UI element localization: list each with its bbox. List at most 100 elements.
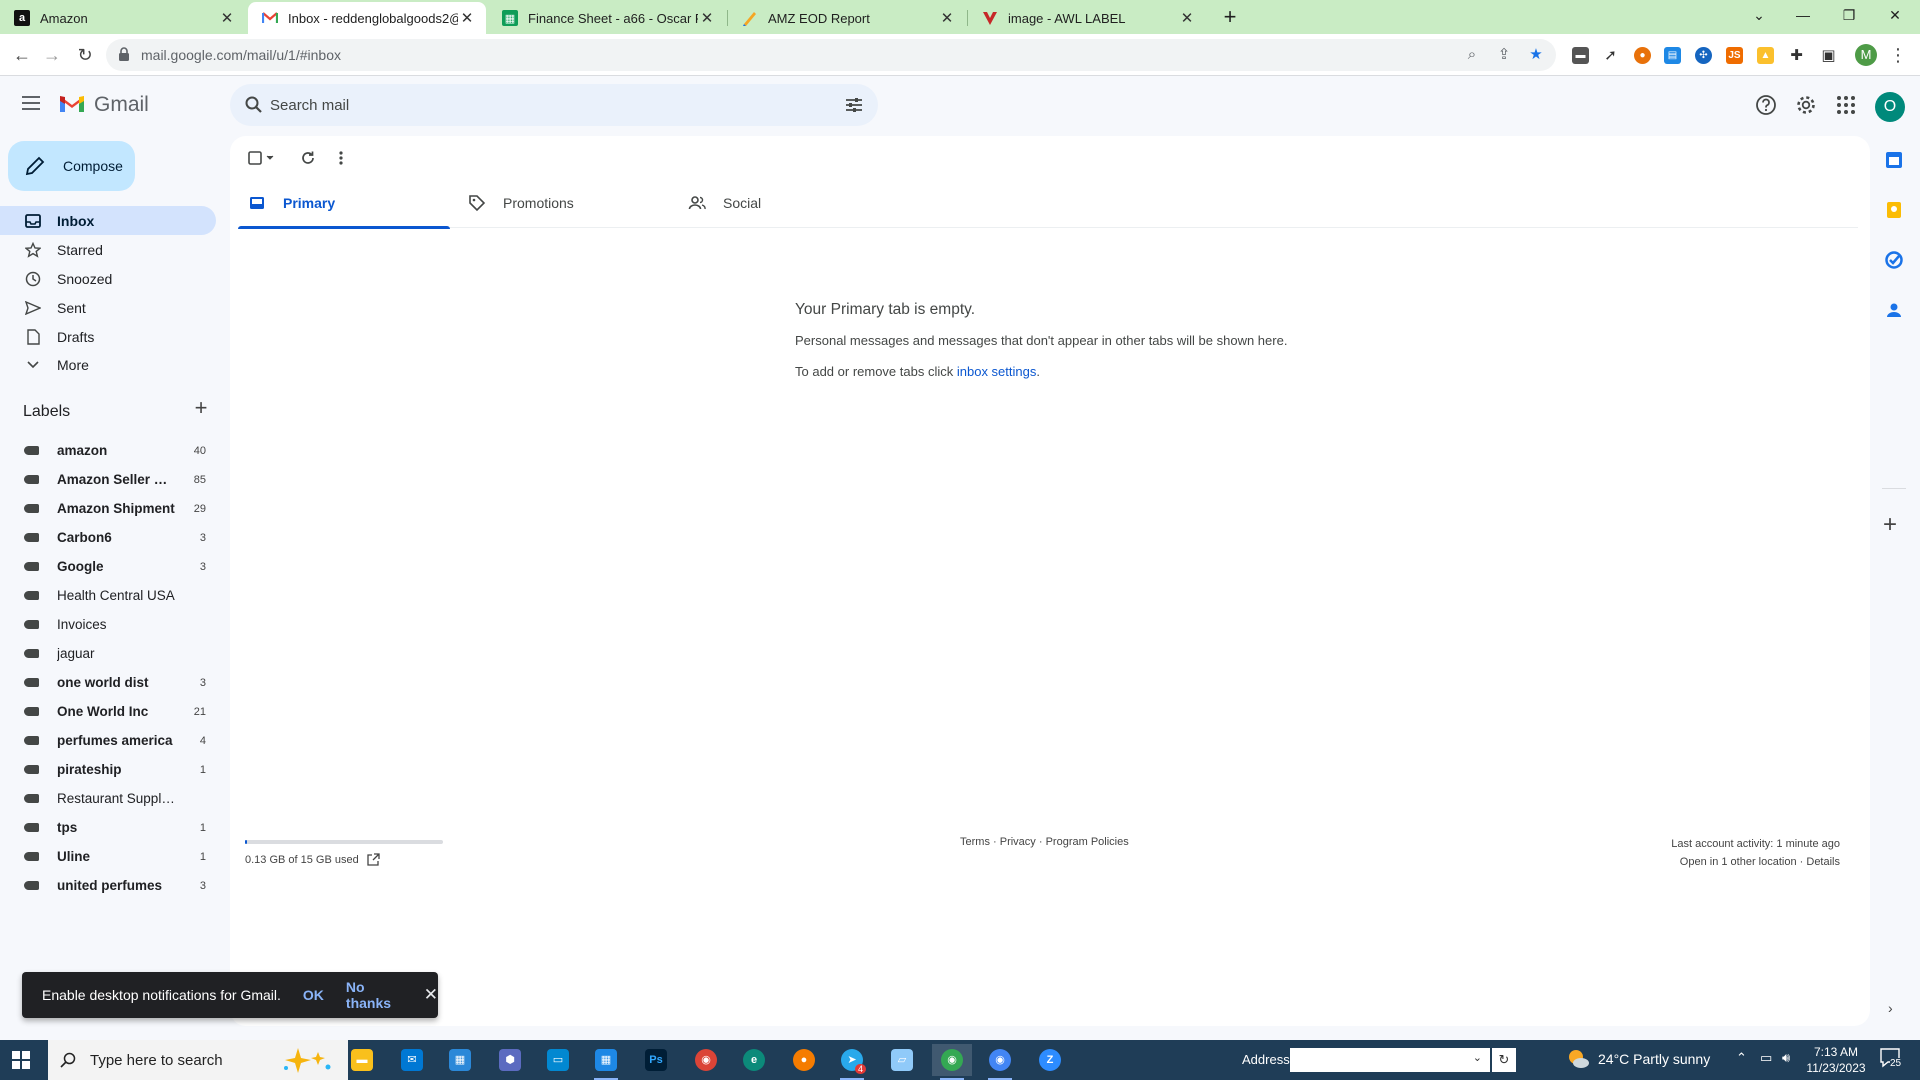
system-clock[interactable]: 7:13 AM 11/23/2023 xyxy=(1806,1044,1866,1076)
nav-starred[interactable]: Starred xyxy=(0,235,216,264)
more-options-icon[interactable] xyxy=(338,148,344,168)
forward-arrow-icon[interactable]: → xyxy=(40,43,64,67)
main-menu-icon[interactable] xyxy=(22,96,40,110)
compose-button[interactable]: Compose xyxy=(8,141,135,191)
extension-js-icon[interactable]: JS xyxy=(1726,47,1743,64)
contacts-icon[interactable] xyxy=(1884,300,1904,320)
label-item[interactable]: Invoices xyxy=(0,610,216,639)
browser-tab-gmail[interactable]: Inbox - reddenglobalgoods2@g ✕ xyxy=(248,2,486,34)
tab-search-chevron-icon[interactable]: ⌄ xyxy=(1736,0,1782,32)
side-panel-icon[interactable]: ▣ xyxy=(1820,47,1837,64)
google-apps-grid-icon[interactable] xyxy=(1835,94,1857,116)
search-icon[interactable] xyxy=(244,95,264,115)
label-item[interactable]: pirateship 1 xyxy=(0,755,216,784)
taskbar-chrome[interactable]: ◉ xyxy=(686,1044,726,1076)
windows-start-icon[interactable] xyxy=(12,1051,30,1069)
help-icon[interactable] xyxy=(1755,94,1777,116)
taskbar-calculator[interactable]: ▦ xyxy=(586,1044,626,1080)
taskbar-file-explorer[interactable]: ▬ xyxy=(342,1044,382,1076)
label-item[interactable]: one world dist 3 xyxy=(0,668,216,697)
browser-tab-amazon[interactable]: a Amazon ✕ xyxy=(0,2,246,34)
label-item[interactable]: Health Central USA xyxy=(0,581,216,610)
reload-icon[interactable]: ↻ xyxy=(73,43,97,67)
nav-sent[interactable]: Sent xyxy=(0,293,216,322)
calendar-icon[interactable] xyxy=(1884,150,1904,170)
tab-primary[interactable]: Primary xyxy=(238,178,450,229)
snackbar-no-thanks-button[interactable]: No thanks xyxy=(346,979,394,1011)
activity-details-link[interactable]: Details xyxy=(1806,856,1840,868)
taskbar-zoom[interactable]: Z xyxy=(1030,1044,1070,1076)
label-item[interactable]: tps 1 xyxy=(0,813,216,842)
terms-link[interactable]: Terms xyxy=(960,836,990,848)
browser-menu-icon[interactable]: ⋮ xyxy=(1886,43,1910,67)
select-all-checkbox[interactable] xyxy=(248,148,276,168)
open-external-icon[interactable] xyxy=(367,853,380,866)
address-go-icon[interactable]: ↻ xyxy=(1492,1048,1516,1072)
taskbar-app-hex[interactable]: ⬢ xyxy=(490,1044,530,1076)
label-item[interactable]: Google 3 xyxy=(0,552,216,581)
inbox-settings-link[interactable]: inbox settings xyxy=(957,364,1037,379)
new-tab-button[interactable]: + xyxy=(1216,4,1244,32)
label-item[interactable]: One World Inc 21 xyxy=(0,697,216,726)
zoom-icon[interactable]: ⌕ xyxy=(1462,45,1482,65)
taskbar-store[interactable]: ▦ xyxy=(440,1044,480,1076)
close-tab-icon[interactable]: ✕ xyxy=(458,9,476,27)
label-item[interactable]: jaguar xyxy=(0,639,216,668)
privacy-link[interactable]: Privacy xyxy=(1000,836,1036,848)
volume-icon[interactable]: 🔊︎ xyxy=(1782,1050,1790,1066)
create-label-plus-icon[interactable]: + xyxy=(190,397,212,420)
extension-orange-icon[interactable]: ● xyxy=(1634,47,1651,64)
weather-widget[interactable]: 24°C Partly sunny xyxy=(1566,1048,1710,1070)
extension-arrow-icon[interactable]: ➚ xyxy=(1602,47,1619,64)
search-bar[interactable] xyxy=(230,84,878,126)
address-toolbar-input[interactable]: ⌄ xyxy=(1290,1048,1490,1072)
browser-profile-avatar[interactable]: M xyxy=(1855,44,1877,66)
nav-snoozed[interactable]: Snoozed xyxy=(0,264,216,293)
extensions-puzzle-icon[interactable]: ✚ xyxy=(1788,47,1805,64)
notification-center-icon[interactable]: 25 xyxy=(1880,1048,1904,1072)
extension-blue-icon[interactable]: ▤ xyxy=(1664,47,1681,64)
gmail-logo-icon[interactable] xyxy=(58,93,86,114)
close-tab-icon[interactable]: ✕ xyxy=(938,9,956,27)
taskbar-search-box[interactable]: Type here to search xyxy=(48,1040,348,1080)
browser-tab-amz-eod[interactable]: AMZ EOD Report ✕ xyxy=(728,2,966,34)
back-arrow-icon[interactable]: ← xyxy=(10,43,34,67)
tab-promotions[interactable]: Promotions xyxy=(458,178,670,228)
taskbar-mail[interactable]: ✉ xyxy=(392,1044,432,1076)
snackbar-ok-button[interactable]: OK xyxy=(303,987,324,1003)
account-avatar[interactable]: O xyxy=(1875,92,1905,122)
label-item[interactable]: Amazon Shipment 29 xyxy=(0,494,216,523)
taskbar-chrome-profile-2[interactable]: ◉ xyxy=(980,1044,1020,1080)
keep-icon[interactable] xyxy=(1884,200,1904,220)
search-options-icon[interactable] xyxy=(844,95,864,115)
label-item[interactable]: amazon 40 xyxy=(0,436,216,465)
taskbar-app-orange[interactable]: ● xyxy=(784,1044,824,1076)
label-item[interactable]: Amazon Seller Ce... 85 xyxy=(0,465,216,494)
network-icon[interactable]: ▭ xyxy=(1760,1050,1772,1066)
minimize-window-button[interactable]: — xyxy=(1780,0,1826,32)
extension-globe-icon[interactable]: ✣ xyxy=(1695,47,1712,64)
taskbar-edge[interactable]: e xyxy=(734,1044,774,1076)
nav-inbox[interactable]: Inbox xyxy=(0,206,216,235)
taskbar-app-paper[interactable]: ▱ xyxy=(882,1044,922,1076)
browser-tab-awl-label[interactable]: image - AWL LABEL ✕ xyxy=(968,2,1206,34)
label-item[interactable]: perfumes america 4 xyxy=(0,726,216,755)
share-icon[interactable]: ⇪ xyxy=(1494,45,1514,65)
label-item[interactable]: Carbon6 3 xyxy=(0,523,216,552)
settings-gear-icon[interactable] xyxy=(1795,94,1817,116)
nav-more[interactable]: More xyxy=(0,350,216,379)
browser-tab-finance-sheet[interactable]: ▦ Finance Sheet - a66 - Oscar Red ✕ xyxy=(488,2,726,34)
close-tab-icon[interactable]: ✕ xyxy=(698,9,716,27)
get-addons-plus-icon[interactable]: + xyxy=(1883,513,1897,537)
extension-shapes-icon[interactable]: ▲ xyxy=(1757,47,1774,64)
taskbar-chrome-profile-1[interactable]: ◉ xyxy=(932,1044,972,1080)
program-policies-link[interactable]: Program Policies xyxy=(1046,836,1129,848)
taskbar-app-blue[interactable]: ▭ xyxy=(538,1044,578,1076)
extension-off-icon[interactable]: ▬ xyxy=(1572,47,1589,64)
chevron-down-icon[interactable]: ⌄ xyxy=(1473,1051,1482,1064)
show-hidden-icons-chevron-icon[interactable]: ⌃ xyxy=(1736,1050,1747,1066)
close-window-button[interactable]: ✕ xyxy=(1872,0,1918,32)
close-icon[interactable]: ✕ xyxy=(424,985,438,1005)
label-item[interactable]: Uline 1 xyxy=(0,842,216,871)
address-bar[interactable]: mail.google.com/mail/u/1/#inbox ⌕ ⇪ ★ xyxy=(106,39,1556,71)
